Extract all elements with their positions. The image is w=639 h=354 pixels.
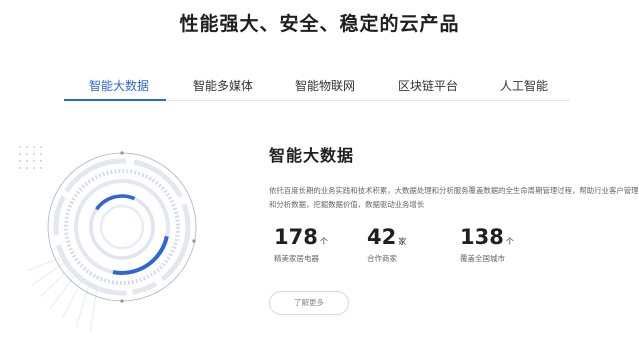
stat-appliances: 178 个 精美家居电器 [274,225,328,264]
outer-ring-left-ticks [26,256,98,334]
stat-cities: 138 个 覆盖全国城市 [460,225,514,264]
outer-thin-ring [47,152,197,302]
orbit-node-top [120,151,124,155]
tab-iot[interactable]: 智能物联网 [295,77,355,94]
active-tab-indicator [64,99,166,101]
tab-big-data[interactable]: 智能大数据 [89,77,149,94]
page-title: 性能强大、安全、稳定的云产品 [179,13,460,35]
section-description: 依托百度长期的业务实践和技术积累，大数据处理和分析服务覆盖数据的全生命周期管理过… [269,186,639,209]
orbit-node-right [192,239,196,243]
learn-more-button[interactable]: 了解更多 [269,291,349,315]
stat-unit: 个 [319,237,328,246]
stat-value: 42 [367,225,397,249]
core-ring [99,204,145,250]
orbit-node-bottom [120,299,124,303]
accent-arc-large [112,235,169,275]
dashed-ring [64,169,180,285]
stat-label: 精美家居电器 [274,254,319,263]
product-tabs: 智能大数据 智能多媒体 智能物联网 区块链平台 人工智能 [64,70,570,101]
stat-value: 178 [274,225,318,249]
stat-unit: 个 [505,237,514,246]
tab-ai[interactable]: 人工智能 [500,77,548,94]
tab-multimedia[interactable]: 智能多媒体 [193,77,253,94]
section-title: 智能大数据 [269,146,355,165]
stat-label: 覆盖全国城市 [460,254,505,263]
stat-unit: 家 [398,237,407,246]
stat-label: 合作商家 [367,254,397,263]
dot-grid [19,146,42,169]
big-data-illustration [19,146,197,334]
stat-partners: 42 家 合作商家 [367,225,406,264]
stat-value: 138 [460,225,504,249]
tab-blockchain[interactable]: 区块链平台 [398,77,458,94]
